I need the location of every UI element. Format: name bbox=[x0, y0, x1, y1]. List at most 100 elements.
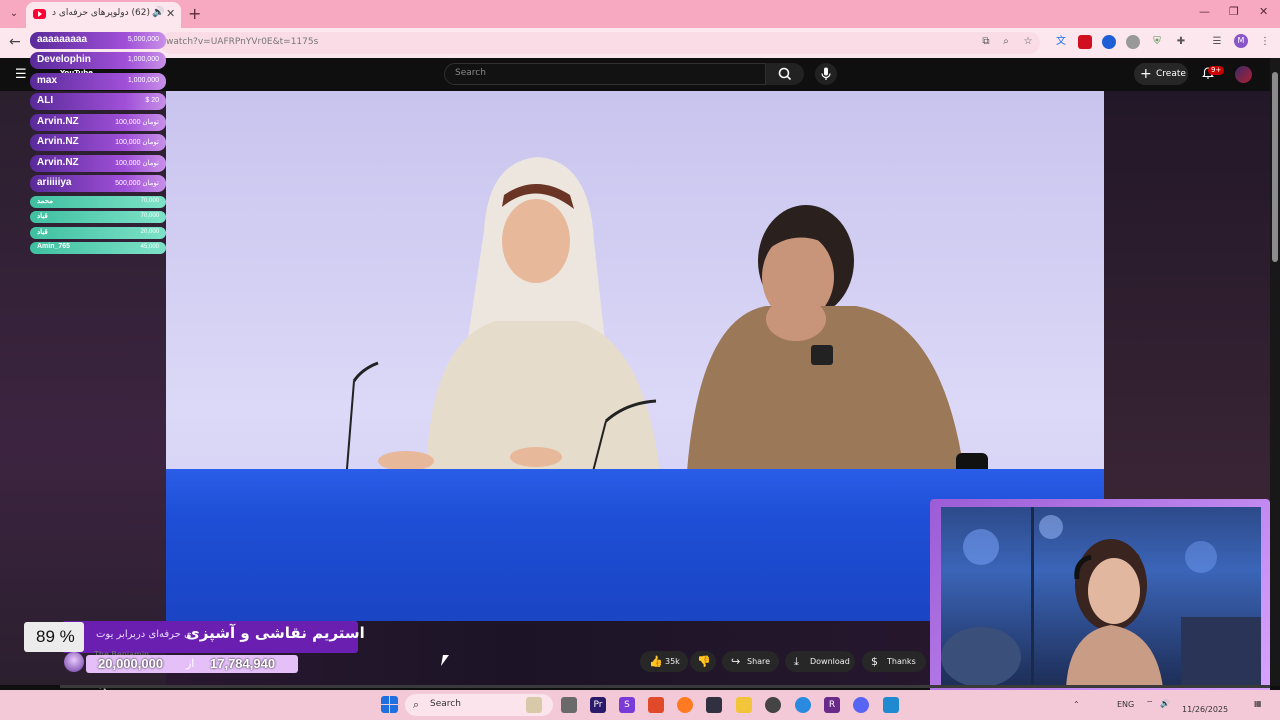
browser-tab-bar: ⌄ (62) دولوپرهای حرفه‌ای دربرا 🔊 ✕ + — ❐… bbox=[0, 0, 1280, 28]
download-icon: ⤓ bbox=[794, 655, 799, 668]
grey-extension-icon[interactable] bbox=[1126, 35, 1140, 49]
right-overlay-panel bbox=[1104, 91, 1270, 511]
create-button[interactable]: + Create bbox=[1134, 63, 1188, 85]
notification-count-badge: 9+ bbox=[1208, 66, 1225, 75]
tab-search-chevron-icon[interactable]: ⌄ bbox=[6, 6, 22, 22]
discord-icon[interactable] bbox=[853, 697, 869, 713]
donation-amount: 45,000 bbox=[140, 244, 159, 250]
unity-icon[interactable] bbox=[706, 697, 722, 713]
like-button[interactable]: 👍 35k bbox=[640, 651, 688, 672]
extensions-puzzle-icon[interactable]: ✚ bbox=[1174, 35, 1188, 49]
donation-amount: 5,000,000 bbox=[127, 36, 159, 43]
clock-date[interactable]: 11/26/2025 bbox=[1182, 705, 1228, 714]
like-count: 35k bbox=[665, 657, 680, 666]
hamburger-menu-icon[interactable]: ☰ bbox=[15, 67, 27, 82]
streaming-app-icon[interactable]: S bbox=[619, 697, 635, 713]
voice-search-button[interactable] bbox=[815, 63, 837, 85]
red-extension-icon[interactable] bbox=[1078, 35, 1092, 49]
donor-name: max bbox=[37, 75, 58, 86]
thanks-label: Thanks bbox=[887, 657, 916, 666]
search-icon bbox=[778, 67, 792, 81]
new-tab-plus-icon[interactable]: + bbox=[188, 4, 201, 23]
webcam-image bbox=[941, 507, 1261, 688]
donation-amount: 100,000 تومان bbox=[115, 160, 159, 167]
donation-amount: 1,000,000 bbox=[127, 56, 159, 63]
thumbs-up-icon: 👍 bbox=[649, 655, 663, 668]
donation-item: Arvin.NZ 100,000 تومان bbox=[30, 155, 166, 172]
download-button[interactable]: ⤓ Download bbox=[785, 651, 855, 672]
zoom-icon[interactable]: ⌕ bbox=[999, 35, 1013, 49]
minimize-icon[interactable]: — bbox=[1199, 5, 1210, 18]
url-text: watch?v=UAFRPnYVr0E&t=1175s bbox=[166, 37, 319, 47]
reading-list-icon[interactable]: ☰ bbox=[1210, 35, 1224, 49]
volume-icon[interactable]: 🔊 bbox=[1160, 699, 1170, 708]
search-placeholder: Search bbox=[455, 68, 486, 78]
wifi-icon[interactable]: ⌔ bbox=[1146, 699, 1154, 709]
donation-amount: 70,000 bbox=[140, 213, 159, 219]
shield-extension-icon[interactable]: ⛨ bbox=[1150, 35, 1164, 49]
small-donation-item: قباد 20,000 bbox=[30, 227, 166, 239]
dislike-button[interactable]: 👎 bbox=[690, 651, 716, 672]
donor-name: Arvin.NZ bbox=[37, 116, 79, 127]
donor-name: ariiiiiya bbox=[37, 177, 72, 188]
file-explorer-icon[interactable] bbox=[736, 697, 752, 713]
tray-chevron-icon[interactable]: ⌃ bbox=[1073, 700, 1080, 709]
profile-avatar[interactable]: M bbox=[1234, 34, 1248, 48]
share-label: Share bbox=[747, 657, 771, 666]
donation-item: ALI $ 20 bbox=[30, 93, 166, 110]
goal-separator: از bbox=[186, 657, 195, 670]
window-close-icon[interactable]: ✕ bbox=[1259, 5, 1268, 18]
donation-goal-counter: 20,000,000 از 17,784,940 bbox=[86, 655, 298, 673]
bookmark-star-icon[interactable]: ☆ bbox=[1021, 35, 1035, 49]
account-avatar[interactable] bbox=[1235, 66, 1252, 83]
donation-item: max 1,000,000 bbox=[30, 73, 166, 90]
goal-amount: 20,000,000 bbox=[98, 656, 164, 671]
donor-name: Arvin.NZ bbox=[37, 136, 79, 147]
address-bar[interactable]: watch?v=UAFRPnYVr0E&t=1175s bbox=[160, 32, 1040, 54]
premiere-pro-icon[interactable]: Pr bbox=[590, 697, 606, 713]
notification-center-icon[interactable]: ▦ bbox=[1254, 699, 1262, 708]
donation-item: ariiiiiya 500,000 تومان bbox=[30, 175, 166, 192]
small-donation-item: Amin_765 45,000 bbox=[30, 242, 166, 254]
restore-icon[interactable]: ❐ bbox=[1229, 5, 1239, 18]
language-indicator[interactable]: ENG bbox=[1117, 700, 1134, 709]
thanks-icon: $ bbox=[871, 655, 878, 668]
firefox-icon[interactable] bbox=[677, 697, 693, 713]
search-button[interactable] bbox=[766, 63, 804, 85]
tab-close-icon[interactable]: ✕ bbox=[166, 7, 175, 20]
windows-taskbar bbox=[0, 690, 1280, 720]
chrome-icon[interactable] bbox=[795, 697, 811, 713]
blue-extension-icon[interactable] bbox=[1102, 35, 1116, 49]
back-arrow-icon[interactable]: ← bbox=[9, 34, 21, 50]
channel-avatar[interactable] bbox=[64, 652, 84, 672]
small-donation-item: محمد 70,000 bbox=[30, 196, 166, 208]
donor-name: Arvin.NZ bbox=[37, 157, 79, 168]
thanks-button[interactable]: $ Thanks bbox=[862, 651, 926, 672]
widget-icon[interactable] bbox=[526, 697, 542, 713]
translate-extension-icon[interactable]: 文 bbox=[1054, 35, 1068, 49]
task-view-icon[interactable] bbox=[561, 697, 577, 713]
video-progress-bar[interactable] bbox=[60, 685, 1270, 688]
obs-icon[interactable] bbox=[765, 697, 781, 713]
browser-tab-youtube[interactable]: (62) دولوپرهای حرفه‌ای دربرا 🔊 ✕ bbox=[26, 2, 181, 28]
donation-amount: 500,000 تومان bbox=[115, 180, 159, 187]
video-title-fragment: ی حرفه‌ای دربرابر یوت bbox=[96, 629, 192, 640]
donation-item: Arvin.NZ 100,000 تومان bbox=[30, 114, 166, 131]
scrollbar-thumb[interactable] bbox=[1272, 72, 1278, 262]
red-app-icon[interactable] bbox=[648, 697, 664, 713]
tab-title: (62) دولوپرهای حرفه‌ای دربرا bbox=[52, 8, 150, 18]
vscode-icon[interactable] bbox=[883, 697, 899, 713]
rider-icon[interactable]: R bbox=[824, 697, 840, 713]
create-label: Create bbox=[1156, 69, 1186, 79]
youtube-favicon-icon bbox=[33, 9, 46, 19]
install-app-icon[interactable]: ⧉ bbox=[979, 35, 993, 49]
donation-amount: 100,000 تومان bbox=[115, 119, 159, 126]
audio-playing-icon[interactable]: 🔊 bbox=[152, 7, 164, 18]
share-button[interactable]: ↪ Share bbox=[722, 651, 779, 672]
menu-kebab-icon[interactable]: ⋮ bbox=[1258, 35, 1272, 49]
windows-start-icon[interactable] bbox=[381, 696, 398, 713]
stream-goal-title: استریم نقاشی و آشپزی bbox=[186, 624, 365, 642]
webcam-feed bbox=[941, 507, 1261, 688]
youtube-masthead: ☰ Search + Create bbox=[0, 58, 1280, 91]
search-input[interactable]: Search bbox=[444, 63, 766, 85]
